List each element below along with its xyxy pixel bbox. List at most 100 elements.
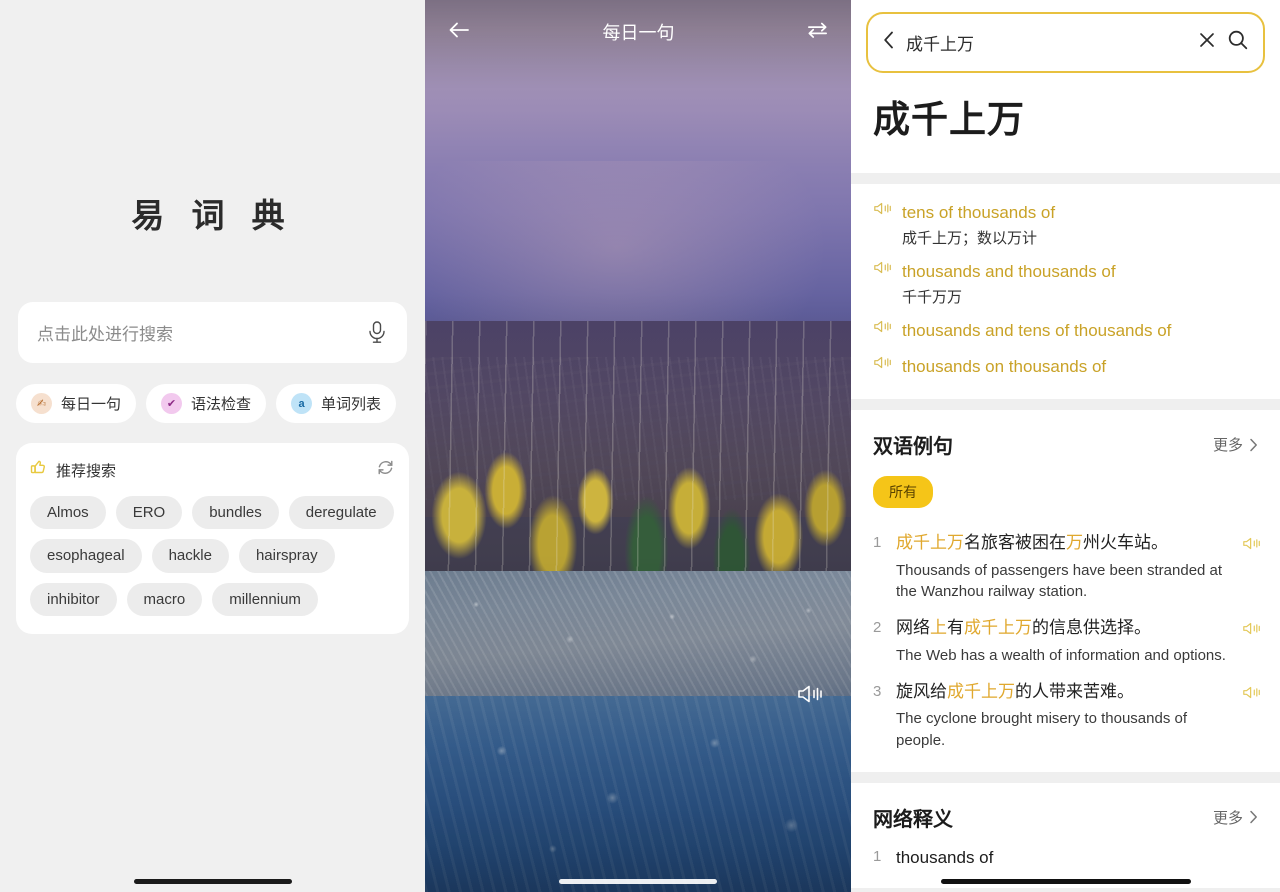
definition-en: thousands on thousands of	[902, 356, 1107, 376]
search-tag[interactable]: hairspray	[238, 539, 335, 573]
chevron-right-icon	[1250, 438, 1257, 451]
back-arrow-icon[interactable]	[447, 20, 471, 45]
speaker-icon[interactable]	[873, 354, 893, 376]
search-tag[interactable]: esophageal	[30, 539, 142, 573]
speaker-icon[interactable]	[873, 259, 893, 281]
search-placeholder: 点击此处进行搜索	[37, 325, 173, 344]
definition-row[interactable]: tens of thousands of	[873, 200, 1258, 226]
dictionary-result-panel: 成千上万 成千上万 tens of thousands of 成千上万；数以万计…	[851, 0, 1280, 892]
recommended-tags: Almos ERO bundles deregulate esophageal …	[30, 496, 395, 616]
example-number: 3	[873, 682, 882, 700]
chip-label: 每日一句	[61, 396, 122, 413]
section-divider	[851, 399, 1280, 410]
dict-query-text: 成千上万	[906, 35, 974, 54]
example-number: 2	[873, 619, 882, 637]
speaker-icon[interactable]	[1242, 616, 1264, 666]
example-cn-part: 成千上万	[947, 681, 1015, 701]
word-list-icon: a	[291, 393, 313, 414]
search-tag[interactable]: ERO	[115, 496, 183, 530]
search-icon[interactable]	[1227, 29, 1249, 56]
definition-row[interactable]: thousands and tens of thousands of	[873, 318, 1258, 344]
search-tag[interactable]: inhibitor	[30, 582, 117, 616]
back-chevron-icon[interactable]	[882, 30, 896, 55]
search-tag[interactable]: millennium	[212, 582, 318, 616]
example-en: The cyclone brought misery to thousands …	[896, 710, 1187, 749]
headword: 成千上万	[873, 99, 1025, 140]
definition-en: thousands and thousands of	[902, 262, 1116, 281]
chip-grammar-check[interactable]: ✔ 语法检查	[146, 384, 267, 423]
microphone-icon[interactable]	[366, 320, 388, 345]
section-divider	[851, 173, 1280, 184]
swap-icon[interactable]	[806, 20, 829, 45]
home-indicator[interactable]	[559, 879, 717, 884]
filter-badge-all[interactable]: 所有	[873, 476, 933, 508]
quick-action-chips: ✍ 每日一句 ✔ 语法检查 a 单词列表	[16, 384, 409, 423]
chip-label: 单词列表	[321, 396, 382, 413]
speaker-icon[interactable]	[873, 318, 893, 340]
definition-row[interactable]: thousands on thousands of	[873, 354, 1258, 380]
daily-top-bar: 每日一句	[425, 0, 851, 64]
example-cn: 旋风给成千上万的人带来苦难。	[896, 680, 1230, 705]
example-en: Thousands of passengers have been strand…	[896, 561, 1223, 601]
thumbs-up-icon	[30, 459, 47, 481]
section-divider	[851, 771, 1280, 783]
more-link[interactable]: 更多	[1213, 807, 1258, 828]
example-cn-part: 有	[947, 618, 964, 638]
search-tag[interactable]: Almos	[30, 496, 106, 530]
three-panel-screenshot: 易 词 典 点击此处进行搜索 ✍ 每日一句 ✔ 语法检查 a 单词列表 推荐搜索…	[0, 0, 1280, 892]
web-definition-item[interactable]: 1 thousands of	[873, 848, 1258, 868]
chip-label: 语法检查	[191, 396, 252, 413]
definitions-section: tens of thousands of 成千上万；数以万计 thousands…	[851, 184, 1280, 399]
definition-row[interactable]: thousands and thousands of	[873, 259, 1258, 285]
home-panel: 易 词 典 点击此处进行搜索 ✍ 每日一句 ✔ 语法检查 a 单词列表 推荐搜索…	[0, 0, 425, 892]
definition-en: tens of thousands of	[902, 203, 1056, 222]
recommended-title: 推荐搜索	[56, 462, 117, 480]
example-number: 1	[873, 534, 882, 551]
chip-word-list[interactable]: a 单词列表	[276, 384, 397, 423]
search-tag[interactable]: bundles	[192, 496, 279, 530]
web-definition-number: 1	[873, 847, 882, 865]
chip-daily-sentence[interactable]: ✍ 每日一句	[16, 384, 137, 423]
example-item: 2 网络上有成千上万的信息供选择。 The Web has a wealth o…	[873, 616, 1264, 666]
section-title: 网络释义	[873, 808, 953, 831]
example-item: 3 旋风给成千上万的人带来苦难。 The cyclone brought mis…	[873, 680, 1264, 752]
more-label: 更多	[1212, 437, 1243, 454]
daily-sentence-panel: 每日一句 01 OCT 2024 We are all part of one …	[425, 0, 851, 892]
daily-title: 每日一句	[602, 23, 675, 43]
more-link[interactable]: 更多	[1213, 434, 1258, 455]
clear-icon[interactable]	[1197, 30, 1217, 55]
speaker-icon[interactable]	[873, 200, 893, 222]
home-indicator[interactable]	[940, 879, 1191, 884]
dict-search-input[interactable]: 成千上万	[866, 12, 1265, 73]
example-cn-part: 旋风给	[896, 681, 947, 701]
definition-en: thousands and tens of thousands of	[902, 321, 1172, 340]
bilingual-examples-section: 双语例句 更多 所有 1 成千上万名旅客被困在万州火车站。 Thousands …	[851, 410, 1280, 772]
speaker-icon[interactable]	[1242, 531, 1264, 603]
app-title: 易 词 典	[131, 197, 294, 234]
dict-searchbar-container: 成千上万	[851, 0, 1280, 83]
example-cn: 网络上有成千上万的信息供选择。	[896, 616, 1230, 641]
example-cn-part: 网络	[896, 618, 930, 638]
daily-background-photo	[425, 0, 851, 892]
example-item: 1 成千上万名旅客被困在万州火车站。 Thousands of passenge…	[873, 531, 1264, 603]
example-cn-part: 万	[1066, 533, 1083, 552]
search-tag[interactable]: deregulate	[288, 496, 394, 530]
section-title: 双语例句	[873, 436, 953, 458]
search-tag[interactable]: hackle	[151, 539, 229, 573]
example-cn-part: 州火车站。	[1083, 533, 1168, 552]
refresh-icon[interactable]	[376, 458, 395, 482]
example-cn-part: 上	[930, 618, 947, 638]
search-tag[interactable]: macro	[126, 582, 203, 616]
status-bar-ghost	[0, 0, 425, 14]
home-indicator[interactable]	[133, 879, 292, 884]
recommended-header: 推荐搜索	[30, 458, 395, 482]
example-cn-part: 的人带来苦难。	[1015, 681, 1134, 701]
definition-cn: 成千上万；数以万计	[902, 229, 1038, 247]
speaker-icon[interactable]	[796, 682, 824, 711]
speaker-icon[interactable]	[1242, 680, 1264, 752]
search-input[interactable]: 点击此处进行搜索	[18, 302, 407, 363]
recommended-search-card: 推荐搜索 Almos ERO bundles deregulate esopha…	[16, 443, 409, 634]
example-cn-part: 的信息供选择。	[1032, 618, 1151, 638]
example-cn-part: 成千上万	[964, 618, 1032, 638]
examples-list: 1 成千上万名旅客被困在万州火车站。 Thousands of passenge…	[851, 514, 1280, 772]
